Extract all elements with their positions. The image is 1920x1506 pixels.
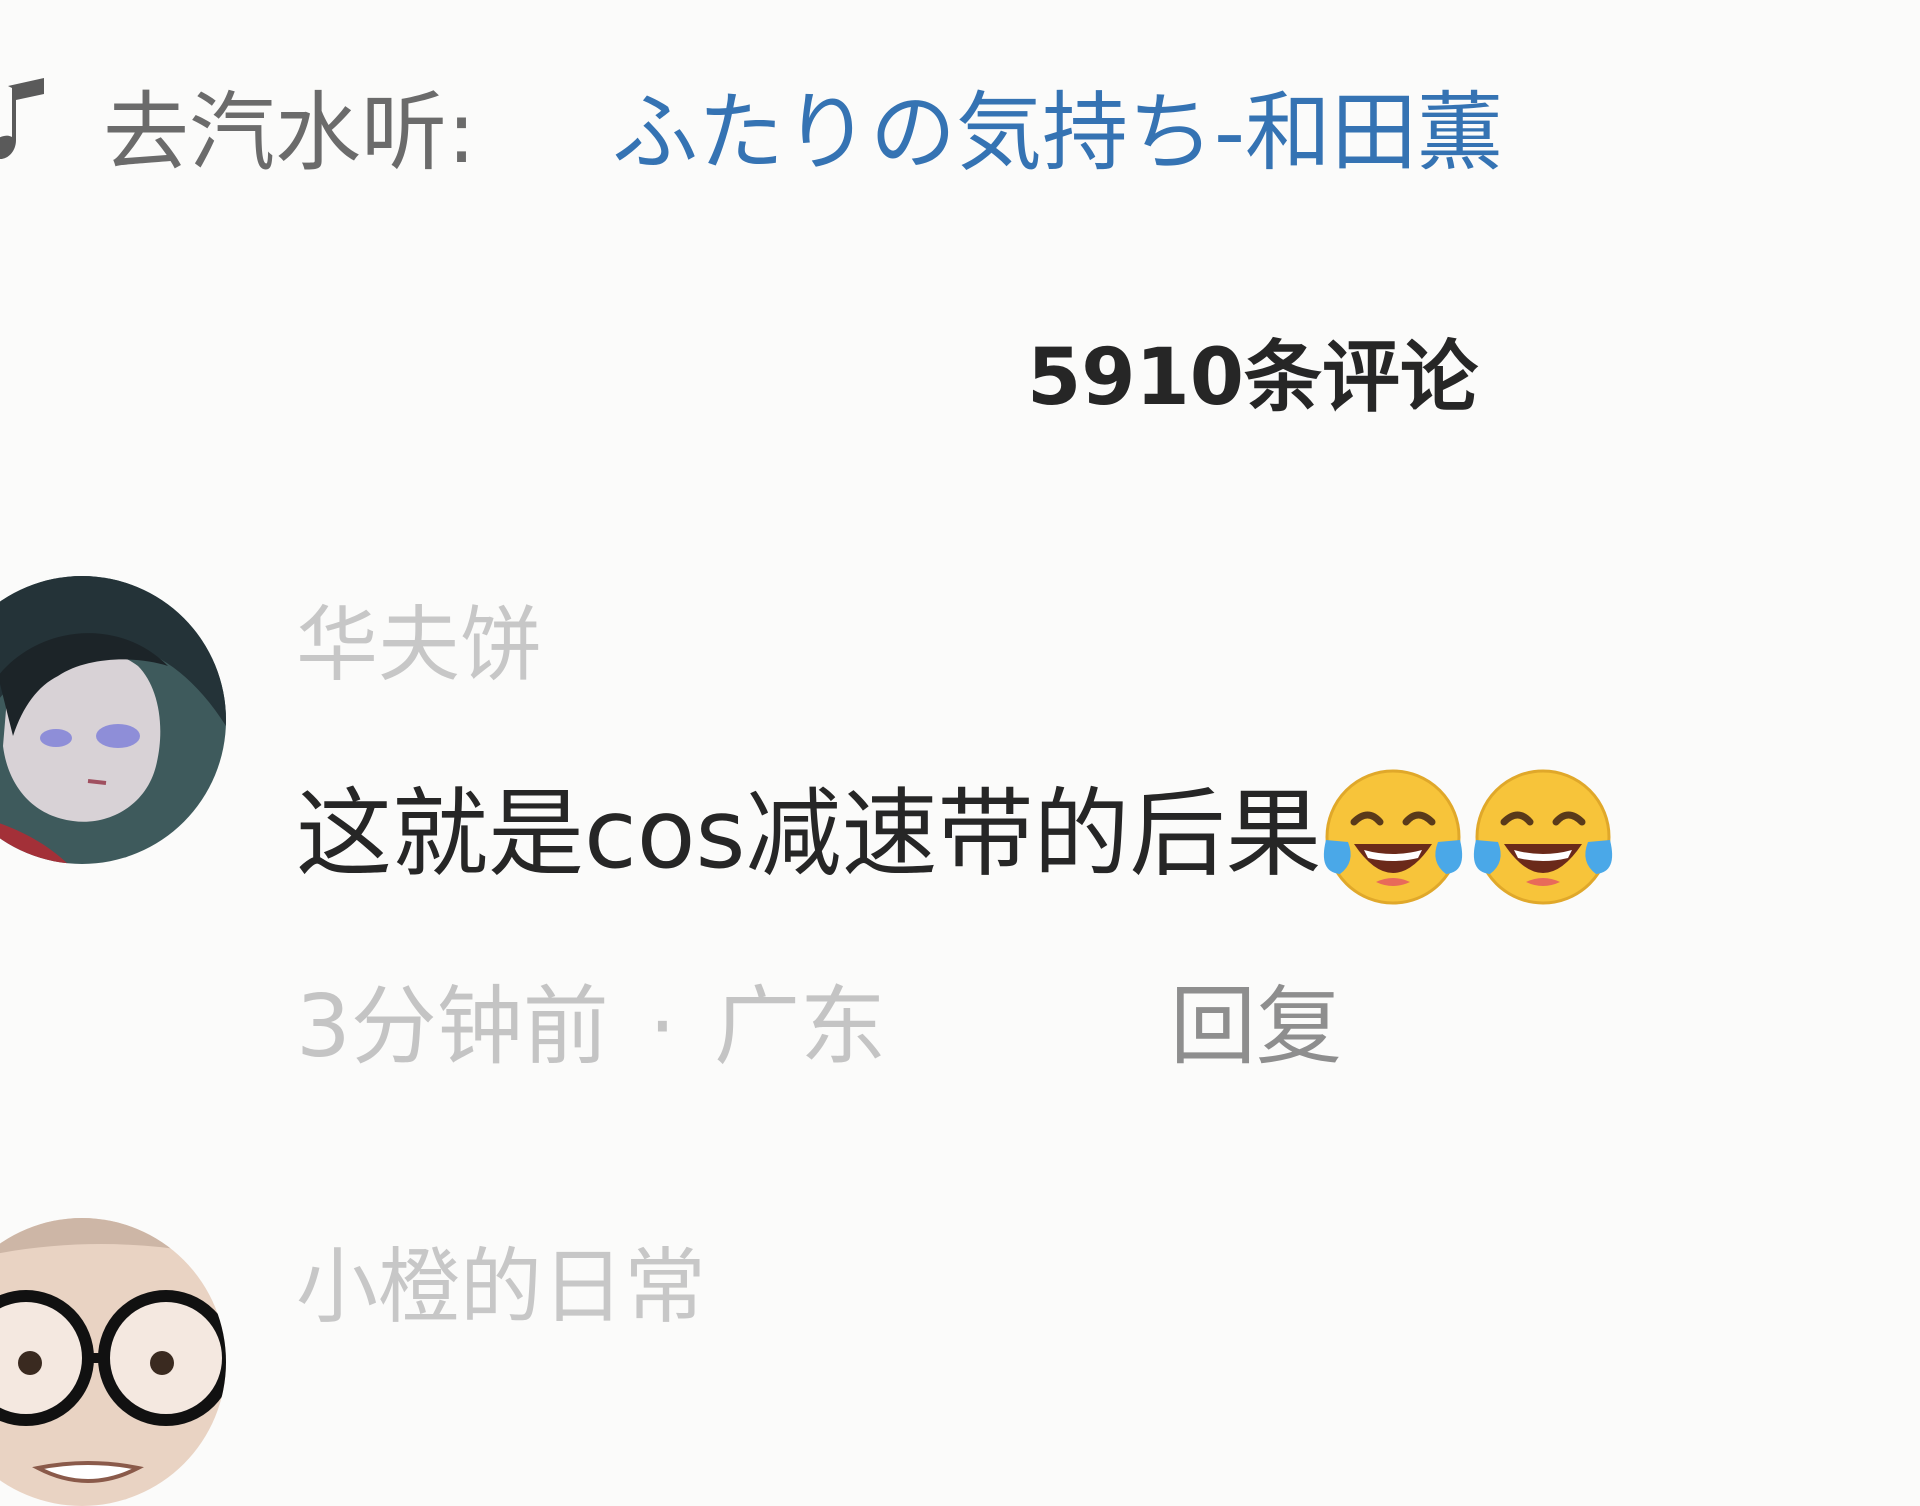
comment-username[interactable]: 小橙的日常 <box>296 1238 706 1338</box>
comment-body: 这就是cos减速带的后果 <box>296 778 1322 890</box>
comment-text: 这就是cos减速带的后果 <box>296 769 1622 905</box>
comment-item: 小橙的日常 <box>0 1218 1920 1506</box>
comment-count-title: 5910条评论 <box>1026 333 1479 423</box>
song-link[interactable]: ふたりの気持ち-和田薫 <box>612 78 1503 188</box>
meta-separator: · <box>648 977 677 1077</box>
avatar[interactable] <box>0 1218 226 1506</box>
laughing-crying-emoji-icon <box>1472 769 1622 905</box>
music-prefix-label: 去汽水听: <box>103 83 476 183</box>
laughing-crying-emoji-icon <box>1322 769 1472 905</box>
comment-location: 广东 <box>714 977 887 1077</box>
music-link-bar[interactable]: 去汽水听: ふたりの気持ち-和田薫 <box>0 58 1920 208</box>
comment-meta: 3分钟前 · 广东 <box>296 972 886 1082</box>
music-note-icon <box>0 78 50 164</box>
comment-username[interactable]: 华夫饼 <box>296 596 542 696</box>
comment-item: 华夫饼 这就是cos减速带的后果 3分钟前 · 广东 回复 <box>0 576 1920 1096</box>
comment-time: 3分钟前 <box>296 977 609 1077</box>
reply-button[interactable]: 回复 <box>1170 972 1342 1082</box>
avatar[interactable] <box>0 576 226 864</box>
